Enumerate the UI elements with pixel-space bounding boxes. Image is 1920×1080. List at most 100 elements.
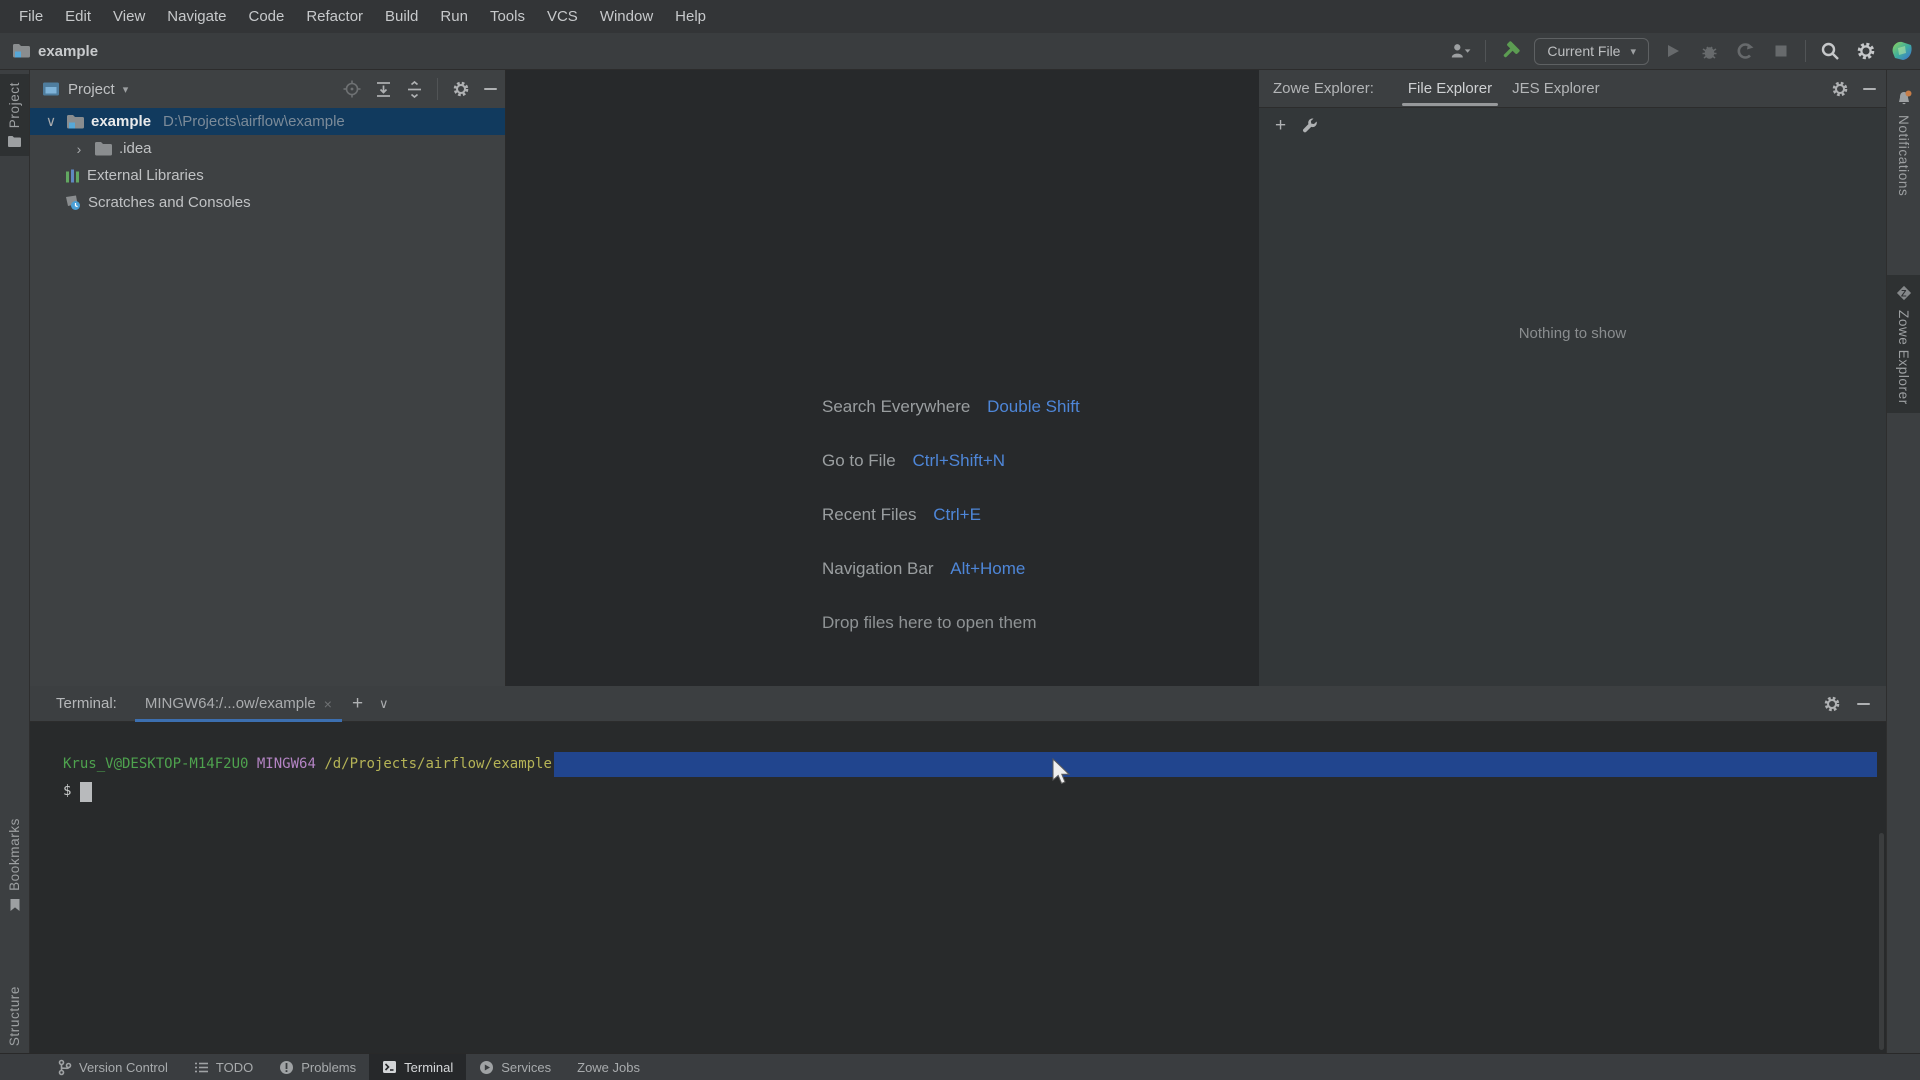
hint-line: Search Everywhere Double Shift [822, 397, 1080, 416]
menu-view[interactable]: View [102, 0, 156, 33]
menu-help[interactable]: Help [664, 0, 717, 33]
menu-bar: File Edit View Navigate Code Refactor Bu… [0, 0, 1920, 33]
problems-icon [279, 1060, 294, 1075]
project-panel-header: Project ▾ [30, 70, 505, 108]
statusbar-zowe-jobs[interactable]: Zowe Jobs [564, 1054, 653, 1080]
stripe-notifications-button[interactable]: Notifications [1887, 82, 1920, 204]
terminal-tool-window: Terminal: MINGW64:/...ow/example × + ∨ K… [30, 686, 1886, 1053]
terminal-output[interactable]: Krus_V@DESKTOP-M14F2U0 MINGW64 /d/Projec… [30, 722, 1886, 1053]
zowe-panel-header: Zowe Explorer: File Explorer JES Explore… [1259, 70, 1886, 108]
editor-shortcut-hints: Search Everywhere Double Shift Go to Fil… [822, 380, 1080, 650]
build-hammer-icon[interactable] [1498, 39, 1522, 63]
collapse-all-icon[interactable] [406, 80, 423, 98]
menu-tools[interactable]: Tools [479, 0, 536, 33]
hint-line: Navigation Bar Alt+Home [822, 559, 1026, 578]
hint-line: Go to File Ctrl+Shift+N [822, 451, 1006, 470]
hide-panel-icon[interactable] [1863, 87, 1876, 90]
project-view-selector[interactable]: Project ▾ [42, 81, 128, 98]
breadcrumb-project-name: example [38, 42, 99, 60]
statusbar-services[interactable]: Services [466, 1054, 564, 1080]
folder-icon [94, 141, 113, 157]
menu-window[interactable]: Window [589, 0, 664, 33]
menu-build[interactable]: Build [374, 0, 429, 33]
tree-row-external-libraries[interactable]: External Libraries [30, 162, 505, 189]
editor-area[interactable]: Search Everywhere Double Shift Go to Fil… [506, 70, 1259, 686]
close-icon[interactable]: × [324, 696, 332, 712]
user-profile-icon[interactable] [1449, 39, 1473, 63]
zowe-icon: Z [1894, 283, 1914, 303]
stripe-zowe-explorer-button[interactable]: Z Zowe Explorer [1887, 275, 1920, 413]
ide-window: File Edit View Navigate Code Refactor Bu… [0, 0, 1920, 1080]
gear-icon[interactable] [1823, 695, 1841, 713]
tree-open-icon[interactable]: ∨ [42, 113, 60, 130]
terminal-prompt-symbol: $ [63, 783, 72, 799]
stripe-bookmarks-button[interactable]: Bookmarks [0, 810, 29, 920]
stop-icon[interactable] [1769, 39, 1793, 63]
gear-icon[interactable] [452, 80, 470, 98]
stripe-project-button[interactable]: Project [0, 74, 29, 157]
statusbar-todo[interactable]: TODO [181, 1054, 266, 1080]
menu-file[interactable]: File [8, 0, 54, 33]
gear-icon[interactable] [1831, 80, 1849, 98]
stripe-project-label: Project [7, 82, 22, 129]
expand-all-icon[interactable] [375, 81, 392, 98]
status-bar: Version Control TODO Problems Terminal S… [0, 1053, 1920, 1080]
external-libraries-icon [64, 167, 81, 184]
tree-item-name: Scratches and Consoles [88, 194, 251, 211]
tree-closed-icon[interactable]: › [70, 141, 88, 157]
statusbar-problems[interactable]: Problems [266, 1054, 369, 1080]
breadcrumb[interactable]: example [12, 43, 98, 60]
tab-jes-explorer[interactable]: JES Explorer [1502, 70, 1610, 108]
menu-navigate[interactable]: Navigate [156, 0, 237, 33]
tree-row-scratches[interactable]: Scratches and Consoles [30, 189, 505, 216]
hint-line: Recent Files Ctrl+E [822, 505, 981, 524]
todo-icon [194, 1061, 209, 1074]
terminal-user: Krus_V@DESKTOP-M14F2U0 [63, 756, 249, 772]
run-configuration-select[interactable]: Current File ▾ [1534, 37, 1649, 65]
zowe-empty-message: Nothing to show [1518, 325, 1627, 342]
menu-edit[interactable]: Edit [54, 0, 102, 33]
tree-row-idea[interactable]: › .idea [30, 135, 505, 162]
settings-gear-icon[interactable] [1854, 39, 1878, 63]
menu-vcs[interactable]: VCS [536, 0, 589, 33]
terminal-env: MINGW64 [256, 756, 316, 772]
ide-logo-icon[interactable] [1890, 39, 1914, 63]
chevron-down-icon: ▾ [122, 83, 129, 96]
project-tree: ∨ example D:\Projects\airflow\example › [30, 108, 505, 216]
menu-refactor[interactable]: Refactor [295, 0, 374, 33]
terminal-scrollbar[interactable] [1879, 833, 1884, 1050]
stripe-zowe-explorer-label: Zowe Explorer [1896, 310, 1911, 405]
tab-file-explorer[interactable]: File Explorer [1398, 70, 1502, 108]
run-with-coverage-icon[interactable] [1733, 39, 1757, 63]
branch-icon [57, 1059, 72, 1076]
run-icon[interactable] [1661, 39, 1685, 63]
project-view-icon [42, 81, 60, 97]
toolbar-divider [1485, 40, 1487, 62]
terminal-path: /d/Projects/airflow/example [324, 756, 552, 772]
terminal-selection [553, 752, 1877, 777]
terminal-tab[interactable]: MINGW64:/...ow/example × [134, 686, 343, 722]
hide-panel-icon[interactable] [1857, 702, 1870, 705]
locate-file-icon[interactable] [343, 80, 361, 98]
services-icon [479, 1060, 494, 1075]
tree-item-path: D:\Projects\airflow\example [163, 113, 345, 130]
hide-panel-icon[interactable] [484, 88, 497, 90]
terminal-prompt-line: Krus_V@DESKTOP-M14F2U0 MINGW64 /d/Projec… [63, 752, 1886, 777]
search-everywhere-icon[interactable] [1818, 39, 1842, 63]
scratches-icon [64, 194, 82, 211]
wrench-icon[interactable] [1302, 117, 1318, 133]
menu-run[interactable]: Run [429, 0, 479, 33]
tree-item-name: example [91, 113, 152, 130]
statusbar-terminal[interactable]: Terminal [369, 1053, 467, 1080]
zowe-explorer-tool-window: Zowe Explorer: File Explorer JES Explore… [1259, 70, 1886, 686]
add-profile-icon[interactable]: + [1275, 116, 1286, 135]
menu-code[interactable]: Code [237, 0, 295, 33]
new-terminal-icon[interactable]: + [352, 694, 363, 713]
statusbar-version-control[interactable]: Version Control [44, 1054, 181, 1080]
tree-item-name: External Libraries [87, 167, 204, 184]
tree-row-example[interactable]: ∨ example D:\Projects\airflow\example [30, 108, 505, 135]
chevron-down-icon[interactable]: ∨ [379, 696, 389, 712]
chevron-down-icon: ▾ [1630, 45, 1636, 58]
debug-icon[interactable] [1697, 39, 1721, 63]
navigation-bar: example Current File ▾ [0, 33, 1920, 70]
